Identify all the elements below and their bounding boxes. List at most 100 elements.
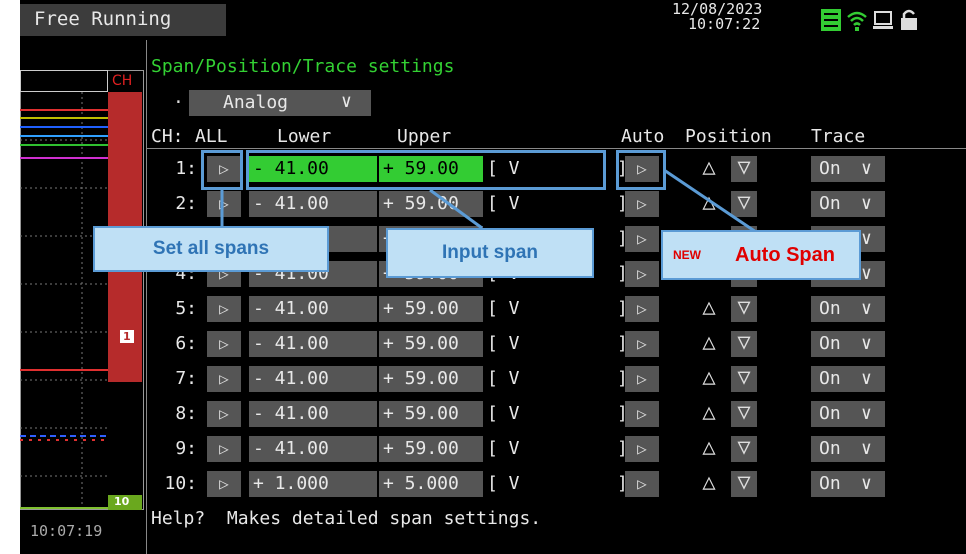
unit-field[interactable]: [ V ] <box>487 366 628 392</box>
set-all-span-button[interactable]: ▷ <box>207 296 241 322</box>
highlight-all-button <box>201 150 243 190</box>
channel-box <box>20 70 108 92</box>
trace-dropdown[interactable]: On ∨ <box>811 401 885 427</box>
upper-span-input[interactable]: + 5.000 <box>379 471 483 497</box>
unit-field[interactable]: [ V ] <box>487 436 628 462</box>
lower-span-input[interactable]: - 41.00 <box>249 191 377 217</box>
channel-10-scale-bar: 10 <box>108 495 142 510</box>
position-down-button[interactable]: ▽ <box>731 436 757 462</box>
position-down-button[interactable]: ▽ <box>731 401 757 427</box>
trace-value: On <box>819 158 841 179</box>
header-auto: Auto <box>621 126 665 147</box>
position-down-button[interactable]: ▽ <box>731 366 757 392</box>
unit-field[interactable]: [ V ] <box>487 401 628 427</box>
waveform-panel: CH 1 10 10:07:19 <box>20 40 146 554</box>
position-up-button[interactable]: △ <box>697 401 721 427</box>
trace-dropdown[interactable]: On ∨ <box>811 191 885 217</box>
trace-value: On <box>819 368 841 389</box>
set-all-span-button[interactable]: ▷ <box>207 366 241 392</box>
span-settings-panel: Span/Position/Trace settings · Analog ∨ … <box>146 40 966 554</box>
callout-input-span: Input span <box>386 228 594 278</box>
unit-field[interactable]: [ V ] <box>487 331 628 357</box>
chevron-down-icon: ∨ <box>861 263 872 284</box>
header-divider <box>147 148 966 149</box>
auto-span-button[interactable]: ▷ <box>625 226 659 252</box>
upper-span-input[interactable]: + 59.00 <box>379 401 483 427</box>
auto-span-button[interactable]: ▷ <box>625 331 659 357</box>
upper-span-input[interactable]: + 59.00 <box>379 331 483 357</box>
position-down-button[interactable]: ▽ <box>731 191 757 217</box>
position-up-button[interactable]: △ <box>697 191 721 217</box>
lower-span-input[interactable]: - 41.00 <box>249 331 377 357</box>
trace-dropdown[interactable]: On ∨ <box>811 471 885 497</box>
position-up-button[interactable]: △ <box>697 156 721 182</box>
trace-dropdown[interactable]: On ∨ <box>811 436 885 462</box>
trace-dropdown[interactable]: On ∨ <box>811 366 885 392</box>
auto-span-button[interactable]: ▷ <box>625 296 659 322</box>
position-up-button[interactable]: △ <box>697 331 721 357</box>
time-text: 10:07:22 <box>688 15 761 33</box>
pc-icon <box>873 11 893 29</box>
set-all-span-button[interactable]: ▷ <box>207 436 241 462</box>
mode-indicator: Free Running <box>20 4 226 36</box>
upper-span-input[interactable]: + 59.00 <box>379 191 483 217</box>
unit-field[interactable]: [ V ] <box>487 471 628 497</box>
callout-set-all-spans: Set all spans <box>93 226 329 272</box>
header-position: Position <box>685 126 772 147</box>
highlight-auto-button <box>616 150 666 190</box>
input-type-dropdown[interactable]: Analog ∨ <box>189 90 371 116</box>
trace-value: On <box>819 438 841 459</box>
channel-number: 1: <box>175 158 197 179</box>
channel-number: 8: <box>175 403 197 424</box>
trace-dropdown[interactable]: On ∨ <box>811 331 885 357</box>
wifi-icon <box>846 8 868 32</box>
header-lower: Lower <box>277 126 332 147</box>
chevron-down-icon: ∨ <box>341 91 352 112</box>
set-all-span-button[interactable]: ▷ <box>207 331 241 357</box>
position-up-button[interactable]: △ <box>697 436 721 462</box>
trace-dropdown[interactable]: On ∨ <box>811 156 885 182</box>
lower-span-input[interactable]: - 41.00 <box>249 436 377 462</box>
datetime-display: 12/08/2023 10:07:22 <box>672 2 762 32</box>
lower-span-input[interactable]: - 41.00 <box>249 366 377 392</box>
chevron-down-icon: ∨ <box>861 403 872 424</box>
position-down-button[interactable]: ▽ <box>731 331 757 357</box>
help-text: Help? Makes detailed span settings. <box>151 508 542 529</box>
table-row: 9: ▷ - 41.00 + 59.00[ V ] ▷ △ ▽ On ∨ <box>147 434 966 462</box>
chevron-down-icon: ∨ <box>861 193 872 214</box>
chevron-down-icon: ∨ <box>861 298 872 319</box>
auto-span-button[interactable]: ▷ <box>625 436 659 462</box>
set-all-span-button[interactable]: ▷ <box>207 401 241 427</box>
position-up-button[interactable]: △ <box>697 296 721 322</box>
lock-icon <box>901 9 917 30</box>
table-row: 7: ▷ - 41.00 + 59.00[ V ] ▷ △ ▽ On ∨ <box>147 364 966 392</box>
header-all: ALL <box>195 126 228 147</box>
auto-span-button[interactable]: ▷ <box>625 401 659 427</box>
unit-field[interactable]: [ V ] <box>487 296 628 322</box>
unit-field[interactable]: [ V ] <box>487 191 628 217</box>
upper-span-input[interactable]: + 59.00 <box>379 366 483 392</box>
position-down-button[interactable]: ▽ <box>731 471 757 497</box>
upper-span-input[interactable]: + 59.00 <box>379 436 483 462</box>
position-up-button[interactable]: △ <box>697 471 721 497</box>
position-down-button[interactable]: ▽ <box>731 296 757 322</box>
trace-dropdown[interactable]: On ∨ <box>811 296 885 322</box>
set-all-span-button[interactable]: ▷ <box>207 191 241 217</box>
upper-span-input[interactable]: + 59.00 <box>379 296 483 322</box>
auto-span-button[interactable]: ▷ <box>625 261 659 287</box>
lower-span-input[interactable]: + 1.000 <box>249 471 377 497</box>
table-row: 5: ▷ - 41.00 + 59.00[ V ] ▷ △ ▽ On ∨ <box>147 294 966 322</box>
auto-span-button[interactable]: ▷ <box>625 366 659 392</box>
position-down-button[interactable]: ▽ <box>731 156 757 182</box>
set-all-span-button[interactable]: ▷ <box>207 471 241 497</box>
lower-span-input[interactable]: - 41.00 <box>249 401 377 427</box>
auto-span-button[interactable]: ▷ <box>625 191 659 217</box>
bullet: · <box>173 92 184 113</box>
lower-span-input[interactable]: - 41.00 <box>249 296 377 322</box>
trace-value: On <box>819 298 841 319</box>
channel-number: 10: <box>164 473 197 494</box>
chevron-down-icon: ∨ <box>861 158 872 179</box>
auto-span-button[interactable]: ▷ <box>625 471 659 497</box>
position-up-button[interactable]: △ <box>697 366 721 392</box>
channel-number: 7: <box>175 368 197 389</box>
